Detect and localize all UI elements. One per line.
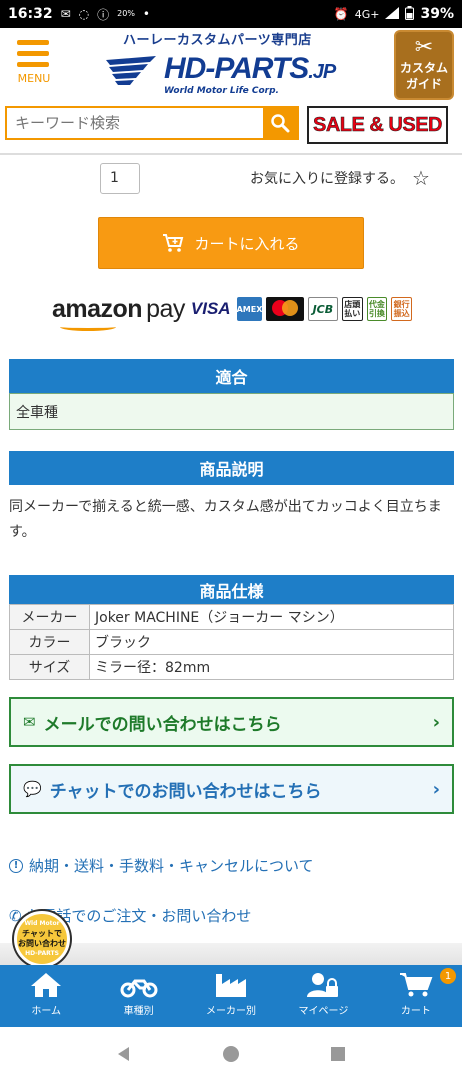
nav-by-maker[interactable]: メーカー別 <box>185 965 277 1027</box>
logo-wing-icon <box>106 56 156 85</box>
factory-icon <box>216 974 247 997</box>
table-row: カラー ブラック <box>9 629 454 655</box>
site-tagline: ハーレーカスタムパーツ専門店 <box>123 33 312 48</box>
logo-subtitle: World Motor Life Corp. <box>164 86 279 96</box>
divider <box>0 153 462 155</box>
signal-icon <box>385 6 400 22</box>
custom-guide-button[interactable]: ✂ カスタム ガイド <box>394 30 454 100</box>
info-notification-icon: ⓘ <box>97 7 110 22</box>
custom-guide-label-1: カスタム <box>399 61 448 75</box>
tools-icon: ✂ <box>414 35 434 60</box>
spec-key: サイズ <box>9 654 90 680</box>
payment-methods: amazon pay VISA AMEX JCB 店頭 払い 代金 引換 銀行 振込 <box>52 292 412 331</box>
spec-value: ブラック <box>89 629 454 655</box>
compat-value: 全車種 <box>9 393 454 430</box>
site-logo[interactable]: HD-PARTS.JP World Motor Life Corp. <box>104 50 354 100</box>
description-heading: 商品説明 <box>9 451 454 485</box>
amex-logo: AMEX <box>236 297 263 321</box>
store-payment-badge: 店頭 払い <box>341 297 363 321</box>
system-navigation-bar <box>0 1027 462 1080</box>
nav-cart[interactable]: 1 カート <box>370 965 462 1027</box>
cod-badge: 代金 引換 <box>366 297 388 321</box>
motorcycle-icon <box>120 979 158 998</box>
bottom-navigation: ホーム 車種別 メーカー別 マイページ 1 カート <box>0 965 462 1027</box>
cart-icon <box>399 973 433 997</box>
bank-transfer-badge: 銀行 振込 <box>391 297 412 321</box>
status-time: 16:32 <box>8 6 53 22</box>
mail-contact-button[interactable]: ✉ メールでの問い合わせはこちら › <box>9 697 454 747</box>
user-lock-icon <box>307 973 339 997</box>
recents-icon[interactable] <box>329 1045 347 1063</box>
search-icon <box>271 114 290 133</box>
nav-home[interactable]: ホーム <box>0 965 92 1027</box>
table-row: メーカー Joker MACHINE（ジョーカー マシン） <box>9 604 454 630</box>
favorite-button[interactable]: お気に入りに登録する。 ☆ <box>250 168 430 188</box>
chevron-right-icon: › <box>432 778 440 800</box>
home-icon <box>31 973 62 997</box>
network-type: 4G+ <box>354 7 380 21</box>
mail-notification-icon: ✉ <box>60 7 71 21</box>
description-text: 同メーカーで揃えると統一感、カスタム感が出てカッコよく目立ちます。 <box>9 499 442 540</box>
spec-key: メーカー <box>9 604 90 630</box>
chevron-right-icon: › <box>432 711 440 733</box>
favorite-label: お気に入りに登録する。 <box>250 171 404 187</box>
search-button[interactable] <box>263 108 297 138</box>
sale-used-banner[interactable]: SALE & USED <box>307 106 448 144</box>
quantity-input[interactable]: 1 <box>100 163 140 194</box>
add-to-cart-label: カートに入れる <box>194 234 300 253</box>
specs-table: メーカー Joker MACHINE（ジョーカー マシン） カラー ブラック サ… <box>9 604 454 680</box>
info-icon: ! <box>9 858 23 873</box>
cart-plus-icon <box>163 234 184 252</box>
logo-text: HD-PARTS.JP <box>164 52 336 85</box>
menu-button[interactable]: MENU <box>16 40 54 90</box>
nav-by-model[interactable]: 車種別 <box>92 965 184 1027</box>
battery-percent: 39% <box>420 6 454 22</box>
custom-guide-label-2: ガイド <box>405 77 442 91</box>
chat-contact-button[interactable]: 💬 チャットでのお問い合わせはこちら › <box>9 764 454 814</box>
floating-chat-button[interactable]: Wld Motor チャットで お問い合わせ HD-PARTS <box>14 911 70 967</box>
specs-heading: 商品仕様 <box>9 575 454 604</box>
table-row: サイズ ミラー径：82mm <box>9 654 454 680</box>
compat-heading: 適合 <box>9 359 454 393</box>
wifi-call-icon: ◌ <box>78 7 90 21</box>
info-link[interactable]: ! 納期・送料・手数料・キャンセルについて <box>9 855 314 876</box>
chat-bubble-icon: 💬 <box>23 780 42 798</box>
mail-contact-label: メールでの問い合わせはこちら <box>43 714 282 735</box>
mastercard-logo <box>266 297 304 321</box>
back-icon[interactable] <box>115 1045 133 1063</box>
search-input[interactable] <box>7 108 263 138</box>
hamburger-icon <box>17 40 49 45</box>
site-header: MENU ハーレーカスタムパーツ専門店 HD-PARTS.JP World Mo… <box>0 28 462 102</box>
dot-icon: • <box>142 7 150 21</box>
spec-value: Joker MACHINE（ジョーカー マシン） <box>89 604 454 630</box>
cart-count-badge: 1 <box>440 968 457 984</box>
info-link-label: 納期・送料・手数料・キャンセルについて <box>29 857 314 875</box>
chat-contact-label: チャットでのお問い合わせはこちら <box>49 781 322 802</box>
battery-saver-icon: 20% <box>117 9 135 18</box>
add-to-cart-button[interactable]: カートに入れる <box>98 217 364 269</box>
mail-icon: ✉ <box>23 713 36 731</box>
battery-icon <box>405 5 415 23</box>
alarm-icon: ⏰ <box>333 7 349 21</box>
amazon-pay-logo: amazon pay <box>52 295 185 331</box>
menu-label: MENU <box>17 72 51 85</box>
status-bar: 16:32 ✉ ◌ ⓘ 20% • ⏰ 4G+ 39% <box>0 0 462 28</box>
home-circle-icon[interactable] <box>222 1045 240 1063</box>
search-bar <box>5 106 299 140</box>
spec-key: カラー <box>9 629 90 655</box>
nav-my-page[interactable]: マイページ <box>277 965 369 1027</box>
footer-divider <box>0 943 462 965</box>
visa-logo: VISA <box>190 299 231 318</box>
jcb-logo: JCB <box>307 297 338 321</box>
star-icon: ☆ <box>412 166 430 190</box>
spec-value: ミラー径：82mm <box>89 654 454 680</box>
